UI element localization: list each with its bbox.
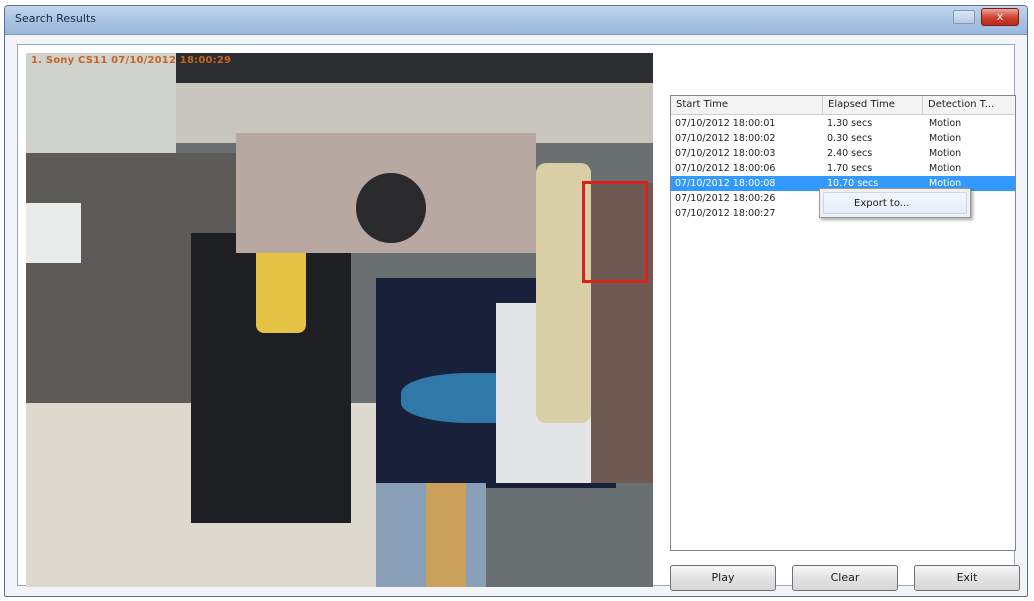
context-menu: Export to... (819, 188, 971, 218)
motion-detection-box (582, 181, 648, 283)
minimize-button[interactable] (953, 10, 975, 24)
start-time-cell: 07/10/2012 18:00:03 (675, 148, 776, 159)
video-wall (26, 53, 176, 163)
content-area: 1. Sony CS11 07/10/2012 18:00:29 Start T… (17, 44, 1020, 591)
column-header-elapsed-time[interactable]: Elapsed Time (823, 96, 923, 114)
start-time-cell: 07/10/2012 18:00:08 (675, 178, 776, 189)
table-row[interactable]: 07/10/2012 18:00:06 1.70 secs Motion (671, 161, 1015, 176)
elapsed-time-cell: 1.30 secs (827, 118, 873, 129)
exit-button[interactable]: Exit (914, 565, 1020, 591)
start-time-cell: 07/10/2012 18:00:26 (675, 193, 776, 204)
search-results-window: Search Results x 1. Sony CS11 07/10/2012… (4, 5, 1028, 597)
elapsed-time-cell: 2.40 secs (827, 148, 873, 159)
start-time-cell: 07/10/2012 18:00:01 (675, 118, 776, 129)
column-header-detection-type[interactable]: Detection T... (923, 96, 1015, 114)
results-list[interactable]: Start Time Elapsed Time Detection T... 0… (670, 95, 1016, 551)
export-to-menu-item[interactable]: Export to... (823, 192, 967, 214)
detection-type-cell: Motion (929, 163, 962, 174)
start-time-cell: 07/10/2012 18:00:02 (675, 133, 776, 144)
video-paper (26, 203, 81, 263)
video-frame: 1. Sony CS11 07/10/2012 18:00:29 (26, 53, 653, 587)
detection-type-cell: Motion (929, 118, 962, 129)
close-button[interactable]: x (981, 8, 1019, 26)
video-round-object (356, 173, 426, 243)
start-time-cell: 07/10/2012 18:00:06 (675, 163, 776, 174)
window-title: Search Results (15, 12, 97, 25)
clear-button[interactable]: Clear (792, 565, 898, 591)
title-bar[interactable]: Search Results x (5, 6, 1027, 35)
table-row[interactable]: 07/10/2012 18:00:03 2.40 secs Motion (671, 146, 1015, 161)
table-row[interactable]: 07/10/2012 18:00:01 1.30 secs Motion (671, 116, 1015, 131)
list-header: Start Time Elapsed Time Detection T... (671, 96, 1015, 115)
video-yellow-object (256, 243, 306, 333)
camera-overlay-text: 1. Sony CS11 07/10/2012 18:00:29 (31, 55, 232, 66)
column-header-start-time[interactable]: Start Time (671, 96, 823, 114)
table-row[interactable]: 07/10/2012 18:00:02 0.30 secs Motion (671, 131, 1015, 146)
elapsed-time-cell: 1.70 secs (827, 163, 873, 174)
detection-type-cell: Motion (929, 148, 962, 159)
play-button[interactable]: Play (670, 565, 776, 591)
video-bottom-wood (426, 483, 466, 587)
detection-type-cell: Motion (929, 133, 962, 144)
start-time-cell: 07/10/2012 18:00:27 (675, 208, 776, 219)
elapsed-time-cell: 0.30 secs (827, 133, 873, 144)
